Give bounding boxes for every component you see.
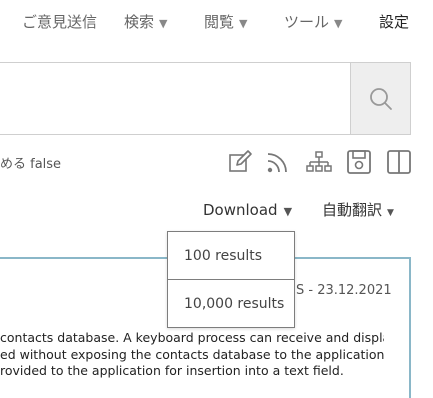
- rss-icon[interactable]: [265, 149, 291, 175]
- caret-down-icon: ▼: [334, 17, 343, 30]
- nav-feedback[interactable]: ご意見送信: [22, 12, 97, 32]
- split-view-icon[interactable]: [386, 149, 412, 175]
- abstract-line: contacts database. A keyboard process ca…: [0, 330, 384, 345]
- result-abstract: contacts database. A keyboard process ca…: [0, 330, 384, 380]
- sitemap-icon[interactable]: [306, 149, 332, 175]
- download-option-10000[interactable]: 10,000 results: [168, 280, 294, 328]
- nav-search-label: 検索: [124, 13, 155, 31]
- caret-down-icon: ▼: [387, 208, 394, 218]
- auto-translate-button[interactable]: 自動翻訳 ▼: [322, 200, 394, 223]
- abstract-line: rovided to the application for insertion…: [0, 363, 344, 378]
- query-info: める false: [0, 157, 62, 172]
- auto-translate-label: 自動翻訳: [322, 201, 383, 219]
- caret-down-icon: ▼: [283, 205, 293, 218]
- result-meta: S - 23.12.2021: [296, 283, 392, 298]
- nav-browse-label: 閲覧: [204, 13, 235, 31]
- download-option-100[interactable]: 100 results: [168, 232, 294, 280]
- nav-settings[interactable]: 設定: [379, 12, 409, 32]
- caret-down-icon: ▼: [159, 17, 168, 30]
- search-input[interactable]: [0, 63, 351, 134]
- nav-browse[interactable]: 閲覧 ▼: [204, 12, 247, 34]
- download-label: Download: [203, 201, 278, 219]
- edit-icon[interactable]: [227, 149, 253, 175]
- search-button[interactable]: [350, 63, 410, 134]
- abstract-line: ed without exposing the contacts databas…: [0, 346, 384, 362]
- search-box: [0, 62, 411, 135]
- nav-feedback-label: ご意見送信: [22, 13, 98, 31]
- caret-down-icon: ▼: [239, 17, 248, 30]
- nav-search[interactable]: 検索 ▼: [124, 12, 167, 34]
- nav-tools-label: ツール: [284, 13, 330, 31]
- top-navigation: ご意見送信 検索 ▼ 閲覧 ▼ ツール ▼ 設定: [0, 0, 433, 44]
- nav-tools[interactable]: ツール ▼: [284, 12, 342, 34]
- save-icon[interactable]: [346, 149, 372, 175]
- nav-settings-label: 設定: [379, 13, 410, 31]
- download-button[interactable]: Download ▼: [203, 200, 292, 222]
- download-dropdown-menu: 100 results 10,000 results: [167, 231, 295, 328]
- search-icon: [369, 87, 392, 110]
